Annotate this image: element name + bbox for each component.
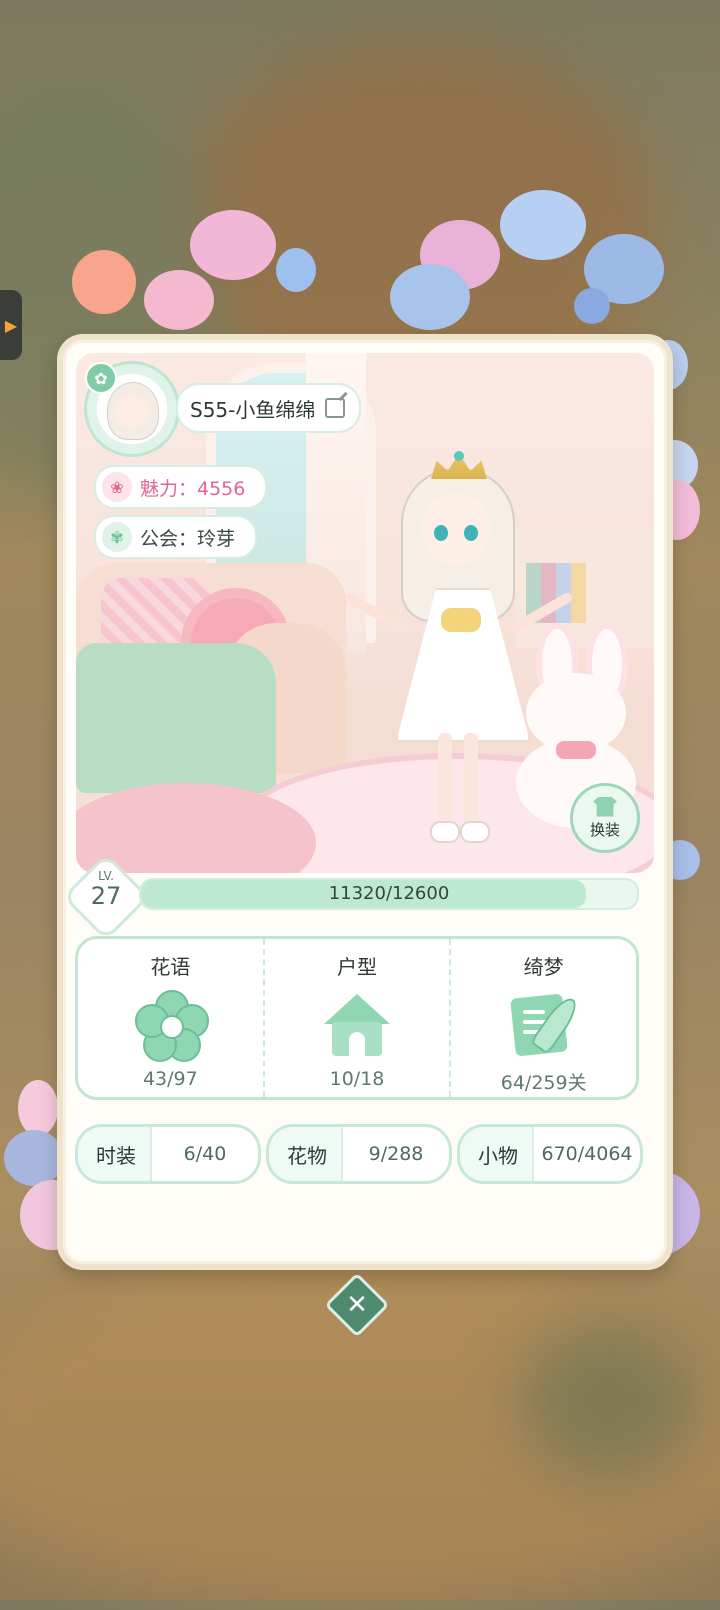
flower-badge-icon: ✿ (85, 362, 117, 394)
change-outfit-label: 换装 (589, 820, 620, 839)
stat-title: 户型 (337, 955, 377, 979)
change-outfit-button[interactable]: 换装 (570, 783, 640, 853)
level-label: LV. (98, 869, 114, 883)
blanket-illustration (76, 643, 276, 793)
rose-icon: ❀ (102, 472, 132, 502)
decorative-flowers (60, 180, 700, 350)
stats-panel: 花语 43/97 户型 10/18 绮梦 64/259关 (75, 936, 639, 1100)
stat-house-type[interactable]: 户型 10/18 (262, 939, 450, 1097)
collection-value: 6/40 (183, 1143, 227, 1165)
player-name-pill[interactable]: S55-小鱼绵绵 (176, 383, 362, 433)
collection-value: 670/4064 (541, 1143, 633, 1165)
guild-icon: ✾ (102, 522, 132, 552)
charm-value: 魅力：4556 (140, 477, 246, 500)
character-scene: ✿ S55-小鱼绵绵 ❀ 魅力：4556 ✾ 公会：玲芽 换装 (76, 353, 654, 873)
collection-value: 9/288 (368, 1143, 424, 1165)
guild-name: 公会：玲芽 (140, 527, 236, 550)
guild-pill[interactable]: ✾ 公会：玲芽 (94, 515, 258, 559)
collection-small-items[interactable]: 小物 670/4064 (457, 1124, 643, 1184)
stat-title: 绮梦 (523, 955, 564, 979)
avatar[interactable]: ✿ (84, 361, 180, 457)
collection-label: 小物 (460, 1127, 534, 1181)
stat-value: 43/97 (142, 1068, 198, 1090)
level-row: LV. 27 11320/12600 (62, 853, 653, 941)
player-name: S55-小鱼绵绵 (190, 397, 316, 422)
chevron-right-icon: ▶ (4, 315, 18, 335)
shirt-icon (593, 796, 617, 817)
collection-label: 时装 (78, 1127, 152, 1181)
collection-label: 花物 (269, 1127, 343, 1181)
letter-quill-icon (509, 990, 582, 1060)
collection-row: 时装 6/40 花物 9/288 小物 670/4064 (75, 1124, 643, 1184)
stat-flower-language[interactable]: 花语 43/97 (78, 939, 263, 1097)
edit-icon[interactable] (325, 398, 346, 418)
xp-text: 11320/12600 (328, 883, 450, 904)
collection-flowers[interactable]: 花物 9/288 (266, 1124, 452, 1184)
house-icon (322, 990, 392, 1060)
stat-title: 花语 (150, 955, 191, 979)
flower-icon (135, 990, 210, 1062)
level-number: 27 (90, 882, 122, 910)
stat-value: 64/259关 (500, 1072, 587, 1094)
close-icon[interactable]: ✕ (334, 1282, 380, 1328)
collection-fashion[interactable]: 时装 6/40 (75, 1124, 261, 1184)
charm-pill: ❀ 魅力：4556 (94, 465, 268, 509)
stat-dream[interactable]: 绮梦 64/259关 (449, 939, 636, 1097)
character-avatar-full (343, 433, 574, 853)
profile-card: ✿ S55-小鱼绵绵 ❀ 魅力：4556 ✾ 公会：玲芽 换装 LV. 27 1… (57, 334, 673, 1270)
level-text: LV. 27 (75, 870, 137, 910)
side-drawer-tab[interactable]: ▶ (0, 290, 22, 360)
stat-value: 10/18 (329, 1068, 385, 1090)
